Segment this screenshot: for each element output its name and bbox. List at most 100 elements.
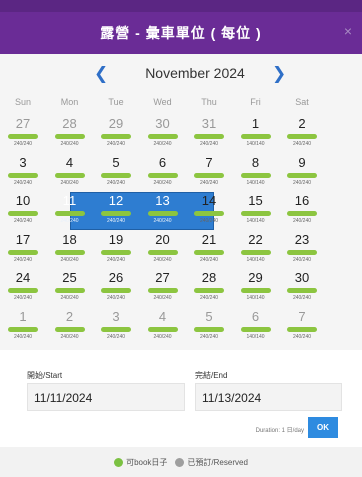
availability-count: 240/240 <box>60 218 79 224</box>
availability-count: 240/240 <box>106 295 126 301</box>
calendar-day[interactable]: 2 240/240 <box>279 116 325 153</box>
calendar-day[interactable]: 14 240/240 <box>186 193 232 230</box>
calendar-day[interactable]: 24 240/240 <box>0 270 46 307</box>
calendar-day[interactable]: 28 240/240 <box>186 270 232 307</box>
calendar-day[interactable]: 1 140/140 <box>233 116 279 153</box>
availability-count: 240/240 <box>60 141 79 147</box>
calendar-day[interactable]: 22 140/140 <box>233 232 279 269</box>
availability-bar <box>147 134 178 139</box>
availability-bar <box>8 249 38 255</box>
calendar-day[interactable]: 31 240/240 <box>186 116 232 153</box>
availability-count: 140/140 <box>246 141 265 147</box>
calendar-day[interactable]: 7 240/240 <box>186 155 232 192</box>
calendar-day[interactable]: 4 240/240 <box>47 155 93 192</box>
day-number: 5 <box>112 154 120 170</box>
calendar-day-selected[interactable]: 12 240/240 <box>93 193 139 230</box>
day-number: 29 <box>248 270 263 285</box>
day-number: 9 <box>298 154 306 170</box>
calendar-day[interactable]: 16 240/240 <box>279 193 325 230</box>
availability-count: 240/240 <box>60 295 79 301</box>
calendar-day[interactable]: 10 240/240 <box>0 193 46 230</box>
availability-count: 240/240 <box>199 333 219 340</box>
grey-dot-icon <box>175 457 185 467</box>
day-number: 18 <box>62 231 77 247</box>
day-number: 27 <box>15 116 31 131</box>
calendar-day[interactable]: 2 240/240 <box>47 309 93 346</box>
next-month-icon[interactable]: ❯ <box>272 64 286 84</box>
day-number: 15 <box>248 193 263 208</box>
calendar-day[interactable]: 28 240/240 <box>47 116 93 153</box>
start-date-field[interactable]: 11/11/2024 <box>27 383 185 411</box>
calendar-day[interactable]: 30 240/240 <box>279 270 325 307</box>
calendar-day[interactable]: 6 240/240 <box>140 155 186 192</box>
calendar-day[interactable]: 26 240/240 <box>93 270 139 307</box>
calendar-day[interactable]: 30 240/240 <box>140 116 186 153</box>
weekday-label: Sat <box>295 97 309 107</box>
calendar-day-selected[interactable]: 13 240/240 <box>140 193 186 230</box>
month-navigation: ❮ November 2024 ❯ <box>0 64 362 84</box>
calendar-day[interactable]: 1 240/240 <box>0 309 46 346</box>
availability-count: 140/140 <box>246 179 265 186</box>
close-icon[interactable]: × <box>344 23 352 39</box>
month-label: November 2024 <box>145 65 245 81</box>
calendar-day[interactable]: 27 240/240 <box>140 270 186 307</box>
calendar-day[interactable]: 4 240/240 <box>140 309 186 346</box>
availability-bar <box>101 172 131 178</box>
day-number: 22 <box>248 231 263 247</box>
legend-available: 可book日子 <box>114 457 167 468</box>
calendar-day[interactable]: 18 240/240 <box>47 232 93 269</box>
prev-month-icon[interactable]: ❮ <box>94 64 108 84</box>
availability-count: 240/240 <box>13 179 33 186</box>
calendar-day[interactable]: 25 240/240 <box>47 270 93 307</box>
availability-bar <box>194 326 224 332</box>
calendar-day[interactable]: 5 240/240 <box>93 155 139 192</box>
availability-count: 240/240 <box>199 141 219 147</box>
weekday-header: Sun Mon Tue Wed Thu Fri Sat <box>15 97 357 109</box>
availability-bar <box>54 288 85 293</box>
availability-count: 140/140 <box>246 256 265 263</box>
calendar-day[interactable]: 15 140/140 <box>233 193 279 230</box>
calendar-day[interactable]: 20 240/240 <box>140 232 186 269</box>
calendar-day[interactable]: 23 240/240 <box>279 232 325 269</box>
availability-count: 240/240 <box>13 295 33 301</box>
calendar-day[interactable]: 9 240/240 <box>279 155 325 192</box>
availability-bar <box>101 249 131 255</box>
calendar-day[interactable]: 6 140/140 <box>233 309 279 346</box>
day-number: 8 <box>251 154 260 170</box>
day-number: 24 <box>15 270 31 285</box>
calendar-day[interactable]: 8 140/140 <box>233 155 279 192</box>
day-number: 12 <box>108 193 124 208</box>
legend-reserved-label: 已預訂/Reserved <box>187 457 248 467</box>
availability-count: 240/240 <box>199 256 219 263</box>
availability-count: 240/240 <box>153 141 172 147</box>
day-number: 28 <box>201 270 217 285</box>
calendar-day[interactable]: 29 240/240 <box>93 116 139 153</box>
availability-count: 240/240 <box>60 333 79 340</box>
calendar-day[interactable]: 19 240/240 <box>93 232 139 269</box>
availability-count: 240/240 <box>292 141 312 147</box>
availability-bar <box>287 288 317 293</box>
availability-count: 240/240 <box>199 218 219 224</box>
day-number: 30 <box>155 116 170 131</box>
availability-bar <box>287 211 317 216</box>
calendar-grid: 27 240/240 28 240/240 29 240/240 30 240/240 31 24… <box>8 116 357 350</box>
calendar-day[interactable]: 27 240/240 <box>0 116 46 153</box>
availability-count: 240/240 <box>153 218 172 224</box>
calendar-day[interactable]: 3 240/240 <box>93 309 139 346</box>
availability-count: 240/240 <box>13 256 33 263</box>
calendar-day[interactable]: 17 240/240 <box>0 232 46 269</box>
availability-count: 240/240 <box>106 179 126 186</box>
calendar-day[interactable]: 3 240/240 <box>0 155 46 192</box>
calendar-day[interactable]: 7 240/240 <box>279 309 325 346</box>
calendar-day[interactable]: 21 240/240 <box>186 232 232 269</box>
availability-bar <box>240 172 271 178</box>
end-date-field[interactable]: 11/13/2024 <box>195 383 342 411</box>
green-dot-icon <box>114 457 124 467</box>
day-number: 10 <box>15 193 31 208</box>
calendar-day[interactable]: 5 240/240 <box>186 309 232 346</box>
calendar-day[interactable]: 29 140/140 <box>233 270 279 307</box>
ok-button[interactable]: OK <box>308 417 338 438</box>
availability-bar <box>287 249 317 255</box>
calendar-day-selected[interactable]: 11 240/240 <box>47 193 93 230</box>
availability-count: 240/240 <box>153 256 172 263</box>
